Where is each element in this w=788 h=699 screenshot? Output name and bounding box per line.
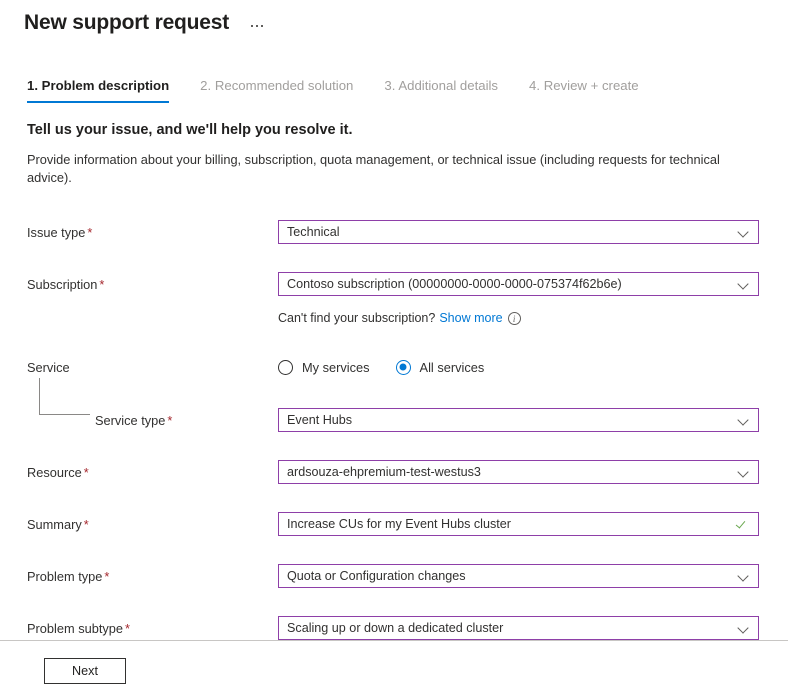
required-marker: * bbox=[87, 224, 93, 240]
valid-check-icon bbox=[737, 518, 750, 531]
problem-subtype-value: Scaling up or down a dedicated cluster bbox=[287, 621, 504, 635]
chevron-down-icon bbox=[738, 570, 750, 582]
control-service: My services All services bbox=[278, 359, 759, 376]
control-problem-subtype: Scaling up or down a dedicated cluster bbox=[278, 616, 759, 640]
ellipsis-dot-3 bbox=[261, 25, 264, 27]
radio-circle-selected-icon bbox=[395, 359, 411, 375]
field-row-service: Service My services All services bbox=[27, 348, 788, 386]
chevron-down-icon bbox=[738, 622, 750, 634]
field-row-subscription: Subscription * Contoso subscription (0000… bbox=[27, 265, 788, 303]
radio-all-services[interactable]: All services bbox=[395, 359, 485, 376]
subscription-helper-text: Can't find your subscription? bbox=[278, 310, 436, 325]
issue-type-value: Technical bbox=[287, 225, 340, 239]
label-subscription: Subscription * bbox=[27, 276, 278, 293]
label-issue-type: Issue type * bbox=[27, 224, 278, 241]
wizard-tabs: 1. Problem description 2. Recommended so… bbox=[0, 77, 788, 103]
control-problem-type: Quota or Configuration changes bbox=[278, 564, 759, 588]
subscription-helper: Can't find your subscription? Show more … bbox=[278, 310, 521, 327]
intro-section: Tell us your issue, and we'll help you r… bbox=[0, 120, 788, 187]
info-icon[interactable]: i bbox=[507, 311, 521, 325]
page-header: New support request bbox=[0, 0, 788, 38]
label-subscription-text: Subscription bbox=[27, 276, 98, 292]
more-options-icon[interactable] bbox=[247, 19, 267, 27]
label-service: Service bbox=[27, 359, 278, 376]
required-marker: * bbox=[83, 516, 89, 532]
radio-my-services[interactable]: My services bbox=[278, 359, 370, 376]
service-type-value: Event Hubs bbox=[287, 413, 353, 427]
chevron-down-icon bbox=[738, 226, 750, 238]
control-service-type: Event Hubs bbox=[278, 408, 759, 432]
subscription-helper-row: Can't find your subscription? Show more … bbox=[27, 303, 788, 333]
label-problem-type-text: Problem type bbox=[27, 568, 103, 584]
field-row-summary: Summary * Increase CUs for my Event Hubs … bbox=[27, 505, 788, 543]
service-type-dropdown[interactable]: Event Hubs bbox=[278, 408, 759, 432]
next-button[interactable]: Next bbox=[44, 658, 126, 684]
support-request-form: Issue type * Technical Subscription * Cont… bbox=[0, 213, 788, 647]
tab-review-create[interactable]: 4. Review + create bbox=[529, 77, 639, 103]
chevron-down-icon bbox=[738, 278, 750, 290]
required-marker: * bbox=[167, 412, 173, 428]
summary-value: Increase CUs for my Event Hubs cluster bbox=[287, 517, 511, 531]
field-row-service-type: Service type * Event Hubs bbox=[27, 378, 788, 439]
control-summary: Increase CUs for my Event Hubs cluster bbox=[278, 512, 759, 536]
subscription-dropdown[interactable]: Contoso subscription (00000000-0000-0000… bbox=[278, 272, 759, 296]
label-resource: Resource * bbox=[27, 464, 278, 481]
problem-type-value: Quota or Configuration changes bbox=[287, 569, 466, 583]
label-service-type: Service type * bbox=[27, 412, 278, 429]
intro-description: Provide information about your billing, … bbox=[27, 152, 720, 185]
control-issue-type: Technical bbox=[278, 220, 759, 244]
required-marker: * bbox=[99, 276, 105, 292]
tab-problem-description[interactable]: 1. Problem description bbox=[27, 77, 170, 103]
ellipsis-dot-2 bbox=[256, 25, 259, 27]
show-more-link[interactable]: Show more bbox=[439, 310, 502, 327]
radio-all-services-label: All services bbox=[419, 359, 485, 375]
required-marker: * bbox=[125, 620, 131, 636]
service-scope-radio-group: My services All services bbox=[278, 359, 759, 376]
field-row-problem-type: Problem type * Quota or Configuration cha… bbox=[27, 557, 788, 595]
control-subscription: Contoso subscription (00000000-0000-0000… bbox=[278, 272, 759, 296]
page-title: New support request bbox=[24, 11, 230, 34]
radio-circle-icon bbox=[278, 359, 293, 375]
chevron-down-icon bbox=[738, 414, 750, 426]
label-resource-text: Resource bbox=[27, 464, 82, 480]
resource-dropdown[interactable]: ardsouza-ehpremium-test-westus3 bbox=[278, 460, 759, 484]
resource-value: ardsouza-ehpremium-test-westus3 bbox=[287, 465, 481, 479]
label-service-text: Service bbox=[27, 359, 70, 375]
summary-input[interactable]: Increase CUs for my Event Hubs cluster bbox=[278, 512, 759, 536]
ellipsis-dot-1 bbox=[251, 25, 254, 27]
label-problem-type: Problem type * bbox=[27, 568, 278, 585]
radio-my-services-label: My services bbox=[302, 359, 370, 375]
label-summary: Summary * bbox=[27, 516, 278, 533]
subscription-value: Contoso subscription (00000000-0000-0000… bbox=[287, 277, 622, 291]
field-row-resource: Resource * ardsouza-ehpremium-test-westus… bbox=[27, 453, 788, 491]
field-row-issue-type: Issue type * Technical bbox=[27, 213, 788, 251]
issue-type-dropdown[interactable]: Technical bbox=[278, 220, 759, 244]
label-service-type-text: Service type bbox=[95, 412, 166, 428]
required-marker: * bbox=[104, 568, 110, 584]
chevron-down-icon bbox=[738, 466, 750, 478]
label-summary-text: Summary bbox=[27, 516, 82, 532]
required-marker: * bbox=[83, 464, 89, 480]
label-problem-subtype: Problem subtype * bbox=[27, 620, 278, 637]
problem-type-dropdown[interactable]: Quota or Configuration changes bbox=[278, 564, 759, 588]
form-footer: Next bbox=[0, 640, 788, 699]
label-issue-type-text: Issue type bbox=[27, 224, 86, 240]
intro-heading: Tell us your issue, and we'll help you r… bbox=[27, 122, 353, 138]
tab-additional-details[interactable]: 3. Additional details bbox=[384, 77, 498, 103]
label-problem-subtype-text: Problem subtype bbox=[27, 620, 124, 636]
control-resource: ardsouza-ehpremium-test-westus3 bbox=[278, 460, 759, 484]
problem-subtype-dropdown[interactable]: Scaling up or down a dedicated cluster bbox=[278, 616, 759, 640]
tab-recommended-solution[interactable]: 2. Recommended solution bbox=[200, 77, 353, 103]
